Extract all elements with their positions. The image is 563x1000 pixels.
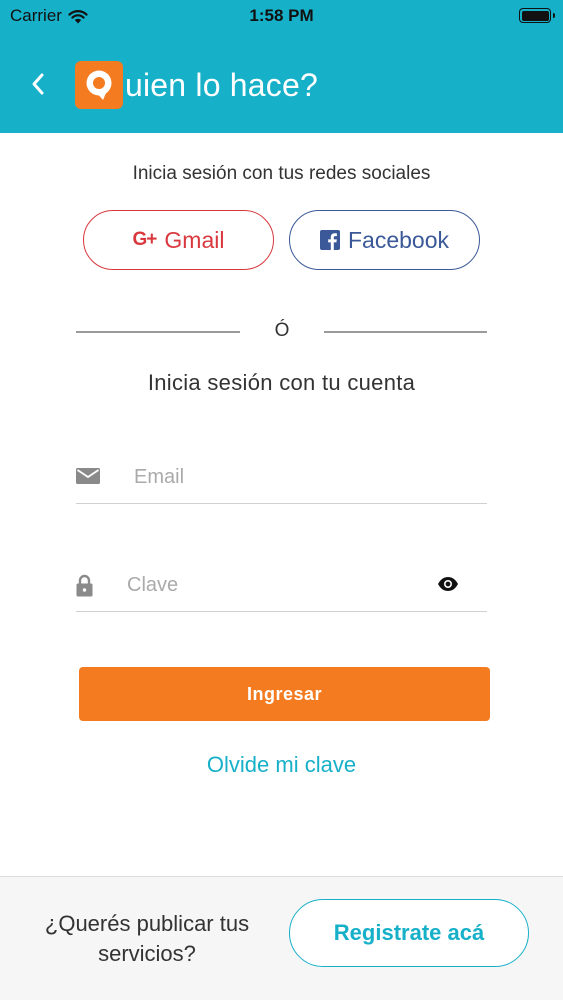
footer: ¿Querés publicar tus servicios? Registra… xyxy=(0,876,563,1000)
chevron-left-icon xyxy=(32,73,44,95)
gmail-button[interactable]: G+ Gmail xyxy=(83,210,274,270)
social-login-heading: Inicia sesión con tus redes sociales xyxy=(132,163,431,184)
status-time: 1:58 PM xyxy=(249,6,314,25)
logo-q-icon xyxy=(86,70,112,100)
app-logo: uien lo hace? xyxy=(75,61,318,109)
google-plus-icon: G+ xyxy=(132,229,158,250)
forgot-password-link[interactable]: Olvide mi clave xyxy=(0,752,563,778)
facebook-icon xyxy=(319,230,340,250)
email-input[interactable] xyxy=(134,462,474,492)
battery-icon xyxy=(519,8,555,23)
envelope-icon xyxy=(76,468,100,484)
facebook-button[interactable]: Facebook xyxy=(289,210,480,270)
account-login-heading: Inicia sesión con tu cuenta xyxy=(147,370,416,395)
back-button[interactable] xyxy=(22,66,54,102)
register-button[interactable]: Registrate acá xyxy=(289,899,529,967)
lock-icon xyxy=(76,574,93,597)
email-field xyxy=(76,454,487,504)
app-title: uien lo hace? xyxy=(125,66,318,103)
logo-mark xyxy=(75,61,123,109)
password-input[interactable] xyxy=(127,570,427,600)
divider-line-left xyxy=(76,331,240,333)
status-bar: Carrier 1:58 PM xyxy=(0,0,563,32)
footer-text: ¿Querés publicar tus servicios? xyxy=(44,911,250,966)
facebook-label: Facebook xyxy=(347,226,449,253)
password-field xyxy=(76,562,487,612)
divider-line-right xyxy=(324,331,487,333)
login-button[interactable]: Ingresar xyxy=(79,667,490,721)
app-header: Carrier 1:58 PM uien lo hace? xyxy=(0,0,563,133)
gmail-label: Gmail xyxy=(164,226,225,253)
eye-icon[interactable] xyxy=(437,576,459,592)
divider-text: Ó xyxy=(274,320,290,341)
